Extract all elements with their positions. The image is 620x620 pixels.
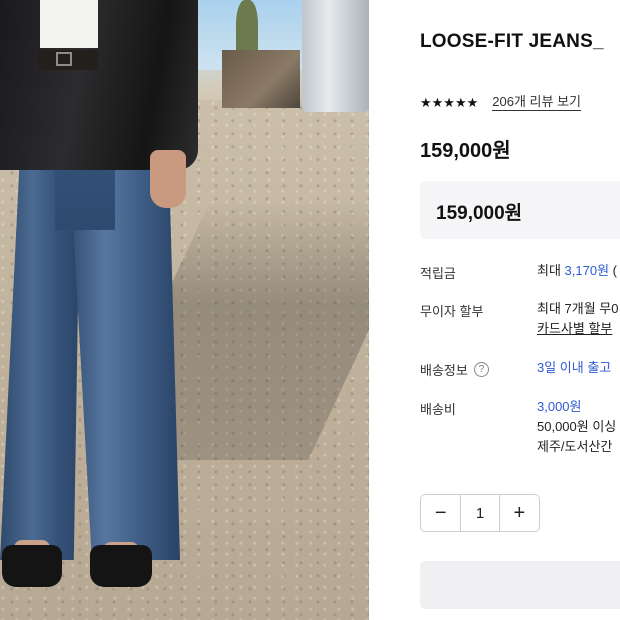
rating-row: ★★★★★ 206개 리뷰 보기 [420,94,581,111]
product-photo [0,0,369,620]
shipping-fee-amount: 3,000원 [537,399,582,414]
price-summary-box: 159,000원 [420,181,620,239]
shipping-free-threshold: 50,000원 이싱 [537,419,617,434]
review-link[interactable]: 206개 리뷰 보기 [492,94,581,111]
shipping-info-text: 배송정보 [420,363,468,378]
left-sandal [2,545,62,587]
shipping-remote-area: 제주/도서산간 [537,439,613,454]
quantity-stepper: − 1 + [420,494,540,532]
belt-buckle [56,52,72,66]
white-shirt [40,0,98,48]
right-sandal [90,545,152,587]
product-title: LOOSE-FIT JEANS_ [420,31,604,52]
hand [150,150,186,208]
points-prefix: 최대 [537,263,565,278]
shipping-info-label: 배송정보 ? [420,360,489,379]
decrease-quantity-button[interactable]: − [421,495,460,531]
product-price: 159,000원 [420,140,511,162]
card-installment-link[interactable]: 카드사별 할부 [537,319,612,339]
points-value: 최대 3,170원 ( [537,261,617,281]
star-rating-icon: ★★★★★ [420,94,479,110]
photo-machine [222,50,300,108]
points-suffix: ( [609,263,617,278]
leather-jacket [0,0,198,170]
installment-label: 무이자 할부 [420,304,484,319]
question-circle-icon[interactable]: ? [473,362,489,377]
shipping-fee-label: 배송비 [420,402,456,417]
increase-quantity-button[interactable]: + [500,495,539,531]
photo-tank [302,0,369,112]
points-amount: 3,170원 [564,263,610,278]
points-label: 적립금 [420,266,456,281]
installment-line1: 최대 7개월 무0 [537,301,619,316]
quantity-value[interactable]: 1 [460,495,500,531]
purchase-button[interactable] [420,561,620,609]
shipping-info-value: 3일 이내 출고 [537,360,612,375]
price-summary-value: 159,000원 [436,203,523,224]
product-info-panel: LOOSE-FIT JEANS_ ★★★★★ 206개 리뷰 보기 159,00… [369,0,620,620]
